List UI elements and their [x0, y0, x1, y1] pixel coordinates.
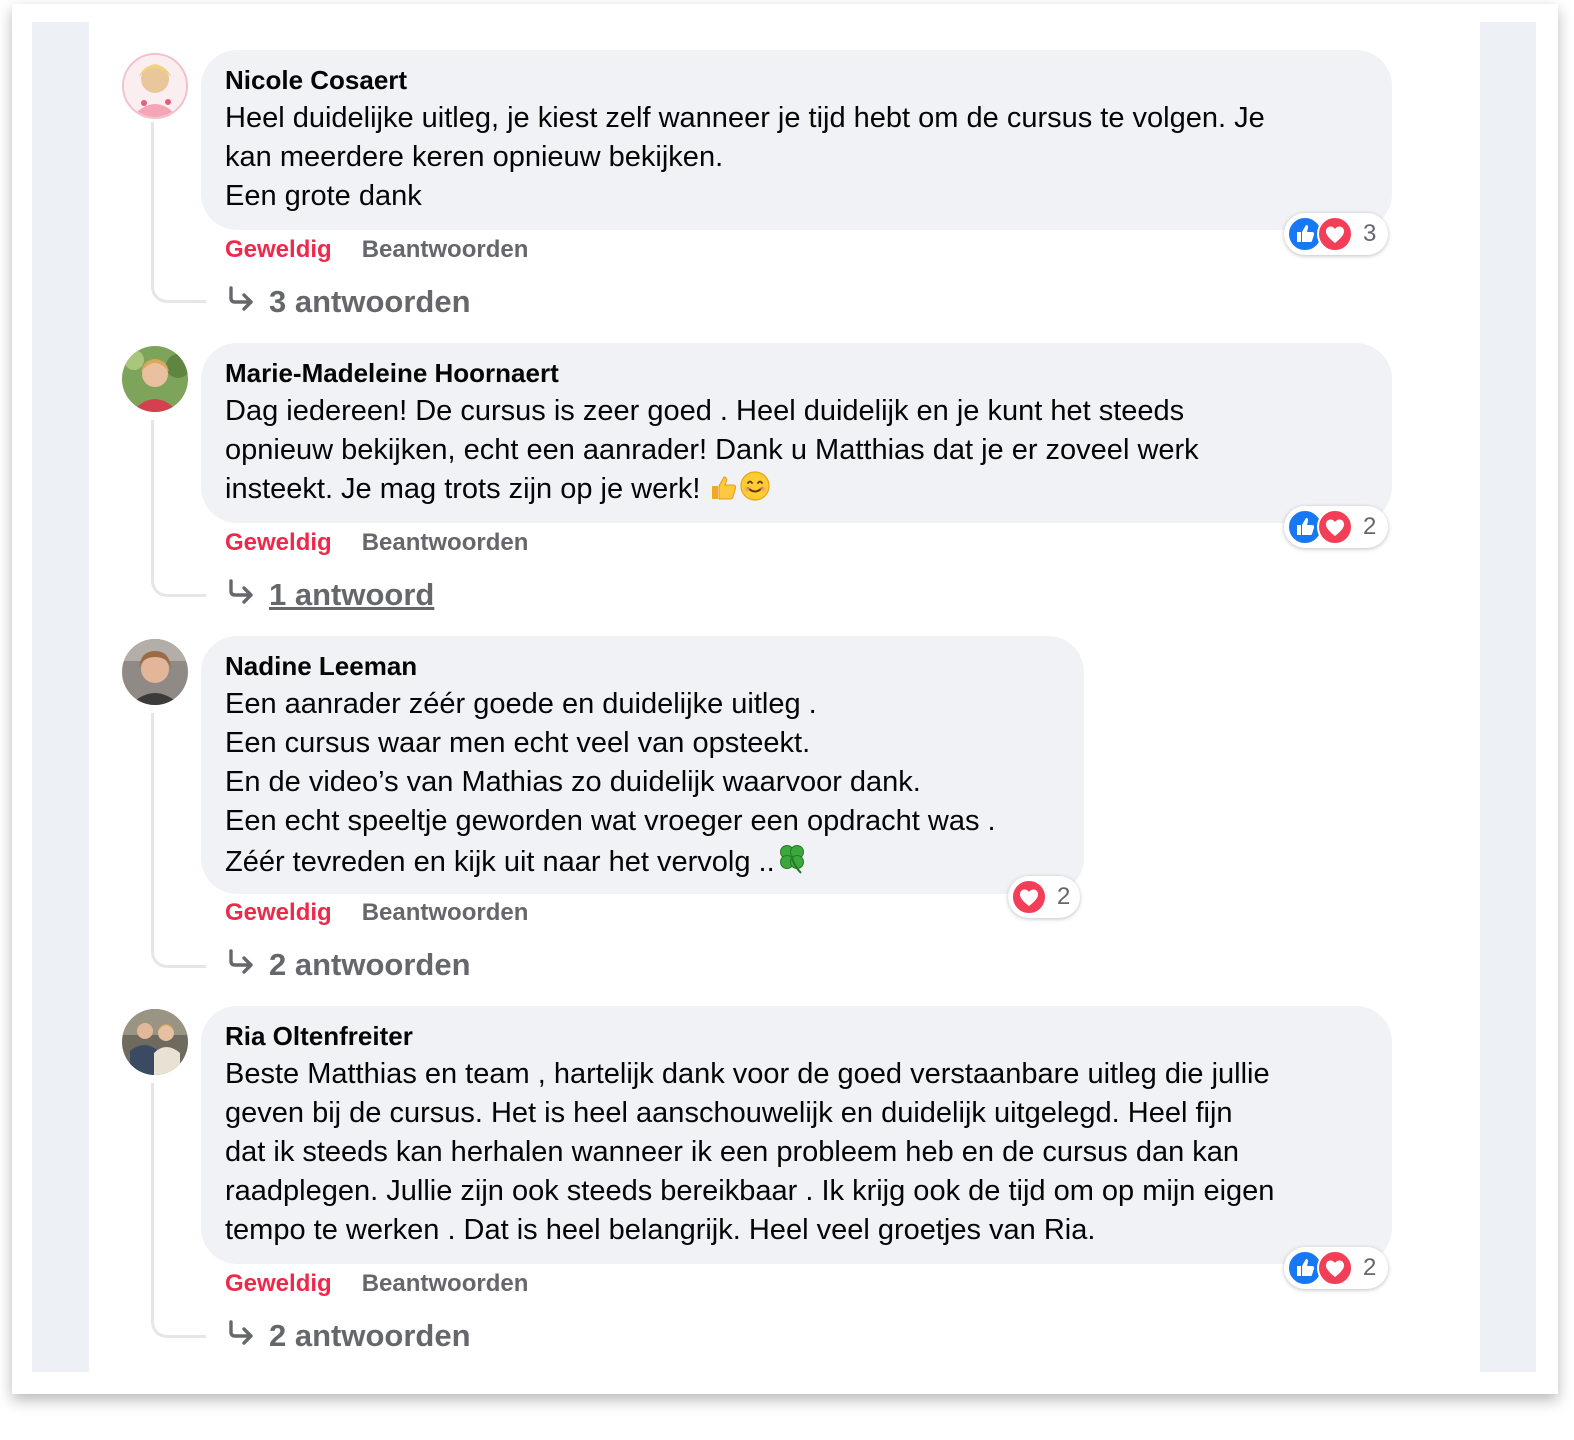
- comment-text-line: opnieuw bekijken, echt een aanrader! Dan…: [225, 434, 1199, 466]
- avatar[interactable]: [122, 346, 188, 412]
- comment-text-line: Een cursus waar men echt veel van opstee…: [225, 727, 811, 759]
- replies-count-label[interactable]: 3 antwoorden: [269, 284, 471, 319]
- reply-button[interactable]: Beantwoorden: [362, 1270, 529, 1297]
- comment-author[interactable]: Nadine Leeman: [225, 651, 1060, 681]
- react-button[interactable]: Geweldig: [225, 236, 332, 263]
- comment-text-line: Een echt speeltje geworden wat vroeger e…: [225, 805, 996, 837]
- reaction-count: 2: [1363, 513, 1377, 540]
- comment-text-line: Beste Matthias en team , hartelijk dank …: [225, 1058, 1270, 1090]
- reply-arrow-icon: [227, 947, 255, 983]
- smiling-face-emoji: [739, 470, 771, 513]
- four-leaf-clover-emoji: [775, 841, 809, 886]
- react-button[interactable]: Geweldig: [225, 529, 332, 556]
- comment-author[interactable]: Ria Oltenfreiter: [225, 1021, 1368, 1051]
- comment-bubble: Nadine Leeman Een aanrader zéér goede en…: [201, 636, 1084, 894]
- comment-text-line: En de video’s van Mathias zo duidelijk w…: [225, 766, 921, 798]
- view-replies-link[interactable]: 2 antwoorden: [227, 1318, 471, 1354]
- reply-button[interactable]: Beantwoorden: [362, 529, 529, 556]
- thread-connector: [151, 713, 206, 968]
- love-icon: [1317, 216, 1353, 252]
- reply-arrow-icon: [227, 284, 255, 320]
- thread-connector: [151, 122, 206, 303]
- react-button[interactable]: Geweldig: [225, 1270, 332, 1297]
- comment-text-line: dat ik steeds kan herhalen wanneer ik ee…: [225, 1136, 1240, 1168]
- comment-actions: Geweldig Beantwoorden: [225, 235, 528, 265]
- reaction-summary[interactable]: 3: [1284, 213, 1388, 255]
- comment-text-line: raadplegen. Jullie zijn ook steeds berei…: [225, 1175, 1275, 1207]
- comment-bubble: Marie-Madeleine Hoornaert Dag iedereen! …: [201, 343, 1392, 523]
- comment-text-line: Zéér tevreden en kijk uit naar het vervo…: [225, 846, 775, 878]
- comment-text-line-with-emoji: insteekt. Je mag trots zijn op je werk!: [225, 470, 1368, 513]
- page-gutter-right: [1480, 22, 1536, 1372]
- reaction-summary[interactable]: 2: [1284, 506, 1388, 548]
- page-gutter-left: [32, 22, 89, 1372]
- reaction-summary[interactable]: 2: [1008, 876, 1080, 918]
- avatar[interactable]: [122, 53, 188, 119]
- comment-text-line: Dag iedereen! De cursus is zeer goed . H…: [225, 395, 1185, 427]
- thread-connector: [151, 420, 206, 597]
- reply-button[interactable]: Beantwoorden: [362, 899, 529, 926]
- reaction-count: 3: [1363, 220, 1377, 247]
- reaction-summary[interactable]: 2: [1284, 1247, 1388, 1289]
- comment-text-line: Een aanrader zéér goede en duidelijke ui…: [225, 688, 817, 720]
- comment-text-line-with-emoji: Zéér tevreden en kijk uit naar het vervo…: [225, 841, 1060, 886]
- avatar[interactable]: [122, 639, 188, 705]
- reaction-count: 2: [1363, 1254, 1377, 1281]
- view-replies-link[interactable]: 3 antwoorden: [227, 284, 471, 320]
- comment-text-line: insteekt. Je mag trots zijn op je werk!: [225, 473, 701, 505]
- love-icon: [1011, 879, 1047, 915]
- reaction-count: 2: [1057, 883, 1071, 910]
- reply-button[interactable]: Beantwoorden: [362, 236, 529, 263]
- comment-text-line: Heel duidelijke uitleg, je kiest zelf wa…: [225, 102, 1265, 134]
- replies-count-label[interactable]: 1 antwoord: [269, 577, 434, 612]
- comment-author[interactable]: Nicole Cosaert: [225, 65, 1368, 95]
- reply-arrow-icon: [227, 1318, 255, 1354]
- view-replies-link[interactable]: 1 antwoord: [227, 577, 434, 613]
- comment-text-line: geven bij de cursus. Het is heel aanscho…: [225, 1097, 1233, 1129]
- comment-actions: Geweldig Beantwoorden: [225, 528, 528, 558]
- thumbs-up-emoji: [709, 472, 739, 513]
- replies-count-label[interactable]: 2 antwoorden: [269, 1318, 471, 1353]
- love-icon: [1317, 1250, 1353, 1286]
- comment-text: Een aanrader zéér goede en duidelijke ui…: [225, 685, 1060, 886]
- comment-text-line: tempo te werken . Dat is heel belangrijk…: [225, 1214, 1096, 1246]
- comment-bubble: Nicole Cosaert Heel duidelijke uitleg, j…: [201, 50, 1392, 230]
- replies-count-label[interactable]: 2 antwoorden: [269, 947, 471, 982]
- comment-text: Beste Matthias en team , hartelijk dank …: [225, 1055, 1368, 1250]
- comment-text-line: Een grote dank: [225, 180, 422, 212]
- comment-text-line: kan meerdere keren opnieuw bekijken.: [225, 141, 724, 173]
- react-button[interactable]: Geweldig: [225, 899, 332, 926]
- thread-connector: [151, 1083, 206, 1338]
- view-replies-link[interactable]: 2 antwoorden: [227, 947, 471, 983]
- comment-text: Heel duidelijke uitleg, je kiest zelf wa…: [225, 99, 1368, 216]
- reply-arrow-icon: [227, 577, 255, 613]
- comment-text: Dag iedereen! De cursus is zeer goed . H…: [225, 392, 1368, 513]
- comment-bubble: Ria Oltenfreiter Beste Matthias en team …: [201, 1006, 1392, 1264]
- comment-actions: Geweldig Beantwoorden: [225, 898, 528, 928]
- avatar[interactable]: [122, 1009, 188, 1075]
- comment-actions: Geweldig Beantwoorden: [225, 1269, 528, 1299]
- love-icon: [1317, 509, 1353, 545]
- comment-author[interactable]: Marie-Madeleine Hoornaert: [225, 358, 1368, 388]
